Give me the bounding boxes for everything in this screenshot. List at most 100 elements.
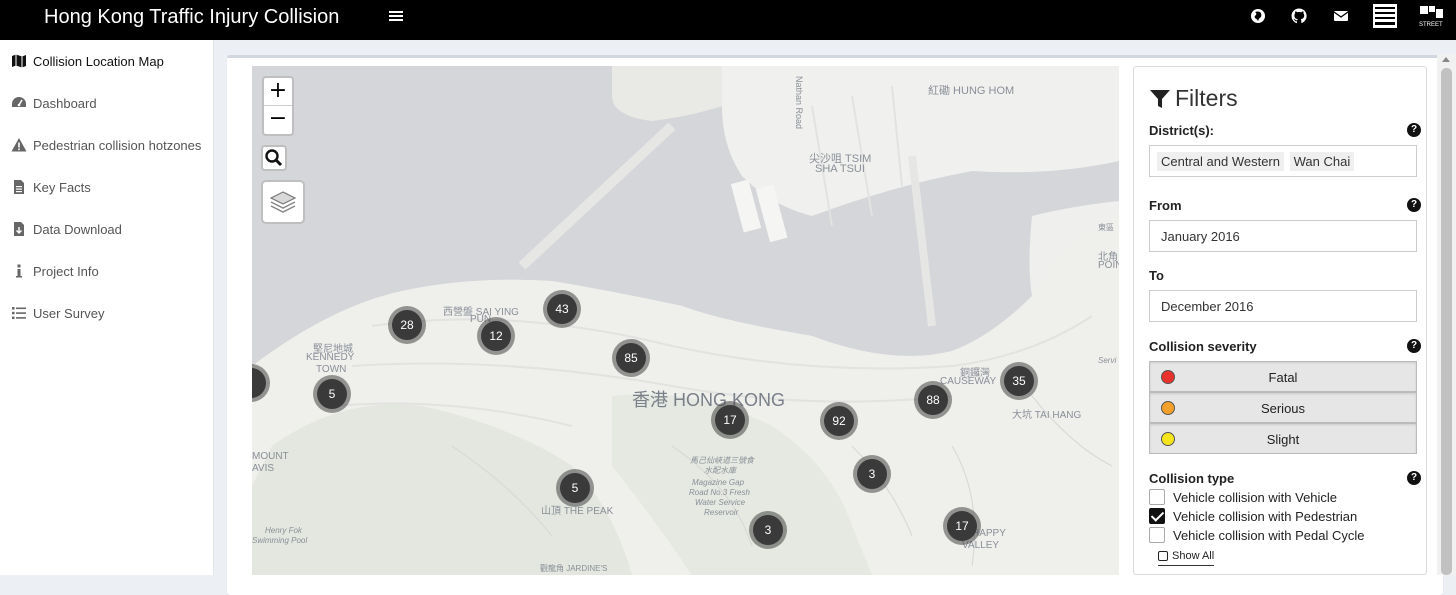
warning-icon — [11, 137, 27, 153]
checkbox[interactable] — [1149, 527, 1165, 543]
map-label-causeway-bay: CAUSEWAY — [940, 376, 997, 387]
map-label-hung-hom: 紅磡 HUNG HOM — [928, 85, 1015, 97]
to-label: To — [1149, 268, 1164, 283]
severity-label-text: Slight — [1266, 432, 1300, 447]
districts-select[interactable]: Central and Western Wan Chai — [1149, 145, 1417, 177]
collision-cluster-marker[interactable]: 28 — [388, 306, 426, 344]
dashboard-icon — [11, 95, 27, 111]
district-tag[interactable]: Wan Chai — [1289, 152, 1355, 171]
type-pedal-cycle-checkbox[interactable]: Vehicle collision with Pedal Cycle — [1149, 526, 1364, 544]
cluster-count: 85 — [616, 343, 646, 373]
sidebar: Collision Location Map Dashboard Pedestr… — [0, 40, 214, 575]
streetreset-logo-icon[interactable]: STREET — [1418, 4, 1446, 32]
collision-cluster-marker[interactable]: 12 — [477, 317, 515, 355]
sidebar-item-label: Key Facts — [33, 179, 91, 195]
map-search-button[interactable] — [261, 145, 287, 171]
sidebar-item-dashboard[interactable]: Dashboard — [0, 82, 214, 124]
severity-fatal-toggle[interactable]: Fatal — [1149, 361, 1417, 392]
filter-icon — [1150, 89, 1170, 108]
filters-title-text: Filters — [1175, 85, 1238, 111]
map-label-magazine-gap: Road No.3 Fresh — [689, 488, 750, 497]
logo-box-icon[interactable] — [1373, 4, 1397, 28]
filters-title: Filters — [1149, 85, 1238, 112]
help-icon[interactable]: ? — [1407, 198, 1421, 212]
collision-map[interactable]: 紅磡 HUNG HOM 尖沙咀 TSIM SHA TSUI Nathan Roa… — [252, 66, 1119, 575]
collision-cluster-marker[interactable]: 17 — [943, 507, 981, 545]
sidebar-item-hotzones[interactable]: Pedestrian collision hotzones — [0, 124, 214, 166]
sidebar-item-label: Data Download — [33, 221, 122, 237]
checkbox[interactable] — [1149, 489, 1165, 505]
checkbox-label: Vehicle collision with Pedestrian — [1173, 508, 1358, 524]
map-label-kennedy-town: KENNEDY — [306, 352, 355, 363]
show-all-label: Show All — [1172, 550, 1215, 562]
app-title[interactable]: Hong Kong Traffic Injury Collision — [44, 6, 339, 29]
zoom-in-button[interactable]: + — [264, 78, 292, 106]
checkbox[interactable] — [1149, 508, 1165, 524]
map-label-road: Nathan Road — [794, 76, 804, 130]
sidebar-item-label: User Survey — [33, 305, 105, 321]
cluster-count: 17 — [715, 405, 745, 435]
collision-cluster-marker[interactable]: 88 — [914, 381, 952, 419]
severity-label: Collision severity — [1149, 339, 1257, 354]
checkbox-label: Vehicle collision with Vehicle — [1173, 489, 1338, 505]
map-label-magazine-gap: Reservoir — [704, 508, 739, 517]
info-icon — [11, 263, 27, 279]
collision-cluster-marker[interactable]: 3 — [853, 455, 891, 493]
map-label-magazine-gap: Magazine Gap — [692, 478, 745, 487]
cluster-count: 88 — [918, 385, 948, 415]
scrollbar-thumb[interactable] — [1441, 68, 1452, 575]
collision-cluster-marker[interactable]: 3 — [749, 511, 787, 549]
sidebar-item-project-info[interactable]: Project Info — [0, 250, 214, 292]
collision-cluster-marker[interactable]: 5 — [556, 469, 594, 507]
sidebar-item-label: Collision Location Map — [33, 53, 164, 69]
help-icon[interactable]: ? — [1407, 471, 1421, 485]
cluster-count: 12 — [481, 321, 511, 351]
map-label-edge: Servi — [1098, 356, 1117, 365]
to-date-input[interactable]: December 2016 — [1149, 290, 1417, 322]
checkbox-label: Vehicle collision with Pedal Cycle — [1173, 527, 1365, 543]
collision-cluster-marker[interactable]: 92 — [820, 402, 858, 440]
sidebar-item-label: Dashboard — [33, 95, 97, 111]
map-label-north-point: POIN — [1098, 260, 1119, 271]
from-date-input[interactable]: January 2016 — [1149, 220, 1417, 252]
collision-cluster-marker[interactable]: 43 — [543, 290, 581, 328]
map-label-magazine-gap: Water Service — [695, 498, 746, 507]
collision-cluster-marker[interactable]: 35 — [1000, 362, 1038, 400]
map-label-tai-hang: 大坑 TAI HANG — [1012, 410, 1082, 421]
page-scrollbar[interactable] — [1437, 54, 1456, 575]
collision-cluster-marker[interactable]: 17 — [711, 401, 749, 439]
severity-serious-toggle[interactable]: Serious — [1149, 392, 1417, 423]
sidebar-item-user-survey[interactable]: User Survey — [0, 292, 214, 334]
sidebar-item-label: Pedestrian collision hotzones — [33, 137, 202, 153]
help-icon[interactable]: ? — [1407, 339, 1421, 353]
severity-slight-toggle[interactable]: Slight — [1149, 423, 1417, 454]
sidebar-item-data-download[interactable]: Data Download — [0, 208, 214, 250]
globe-icon[interactable] — [1250, 8, 1266, 24]
show-all-button[interactable]: Show All — [1158, 550, 1215, 566]
zoom-control: + − — [262, 76, 294, 136]
sidebar-item-collision-map[interactable]: Collision Location Map — [0, 40, 214, 82]
map-label-mount-davis: MOUNT — [252, 451, 289, 462]
envelope-icon[interactable] — [1333, 8, 1349, 24]
cluster-count: 5 — [317, 379, 347, 409]
list-icon — [11, 305, 27, 321]
type-vehicle-checkbox[interactable]: Vehicle collision with Vehicle — [1149, 488, 1337, 506]
map-label-magazine-gap: 水配水庫 — [704, 466, 736, 475]
help-icon[interactable]: ? — [1407, 123, 1421, 137]
collision-cluster-marker[interactable]: 85 — [612, 339, 650, 377]
zoom-out-button[interactable]: − — [264, 106, 292, 134]
cluster-count: 28 — [392, 310, 422, 340]
map-basemap — [252, 66, 1119, 575]
map-label-henry-fok: Swimming Pool — [252, 536, 308, 545]
search-icon — [265, 149, 283, 167]
type-pedestrian-checkbox[interactable]: Vehicle collision with Pedestrian — [1149, 507, 1357, 525]
github-icon[interactable] — [1291, 8, 1307, 24]
collision-cluster-marker[interactable]: 5 — [313, 375, 351, 413]
sidebar-item-key-facts[interactable]: Key Facts — [0, 166, 214, 208]
scroll-up-icon[interactable] — [1442, 57, 1450, 62]
district-tag[interactable]: Central and Western — [1157, 152, 1284, 171]
sidebar-toggle-icon[interactable] — [389, 9, 403, 23]
layers-control-button[interactable] — [261, 180, 305, 224]
cluster-count: 3 — [857, 459, 887, 489]
severity-label-text: Fatal — [1268, 370, 1298, 385]
